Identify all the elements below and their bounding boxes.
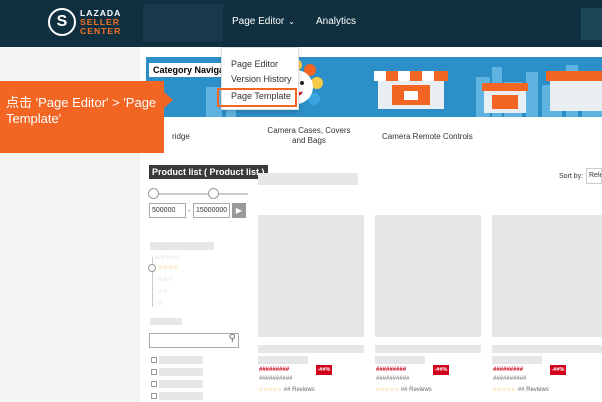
logo-text: LAZADA SELLER CENTER (80, 9, 121, 36)
rating-filter-3[interactable]: ○○○ (158, 276, 174, 283)
product-price: ######### (259, 367, 290, 373)
nav-page-editor-label: Page Editor (232, 16, 285, 27)
menu-item-page-editor[interactable]: Page Editor (231, 59, 278, 69)
logo-mark-icon: S (48, 8, 76, 36)
page-template-highlight (217, 88, 297, 107)
rating-filter-5[interactable]: ○○○○○ (155, 254, 181, 261)
star-rating-icon: ○○○○○ (376, 387, 400, 393)
product-price: ######### (376, 367, 407, 373)
title-placeholder (258, 173, 358, 185)
category-navigation-label: Category Navigat (149, 63, 232, 77)
discount-badge: -##% (433, 365, 449, 375)
product-card-image[interactable] (492, 215, 602, 337)
rating-filter-2[interactable]: ○○ (158, 288, 168, 295)
review-count: ## Reviews (283, 387, 315, 393)
app-root: S LAZADA SELLER CENTER Page Editor ⌄ Anal… (0, 0, 602, 402)
callout-arrow (164, 92, 173, 108)
star-rating-icon: ○○○○○ (493, 387, 517, 393)
category-row (146, 119, 602, 155)
instruction-text: 点击 'Page Editor' > 'Page Template' (6, 95, 157, 126)
product-name-placeholder (492, 345, 602, 353)
product-original-price: ########## (493, 376, 527, 382)
filter-option-placeholder (159, 392, 203, 400)
price-go-button[interactable]: ▶ (232, 203, 246, 218)
discount-badge: -##% (316, 365, 332, 375)
discount-badge: -##% (550, 365, 566, 375)
product-name-placeholder-2 (258, 356, 308, 364)
category-item-ridge[interactable]: ridge (172, 132, 190, 142)
instruction-callout: 点击 'Page Editor' > 'Page Template' (0, 81, 164, 153)
price-slider-track[interactable] (150, 193, 248, 195)
filter-option-placeholder (159, 380, 203, 388)
product-card-image[interactable] (258, 215, 364, 337)
filter-option-placeholder (159, 356, 203, 364)
logo-line-3: CENTER (80, 26, 122, 36)
price-slider-max-handle[interactable] (208, 188, 219, 199)
product-card-image[interactable] (375, 215, 481, 337)
nav-placeholder (143, 4, 223, 42)
category-item-camera-cases[interactable]: Camera Cases, Covers and Bags (262, 126, 356, 146)
nav-analytics[interactable]: Analytics (316, 16, 356, 27)
review-count: ## Reviews (400, 387, 432, 393)
price-range-dash: - (188, 206, 191, 215)
price-max-input[interactable]: 15000000 (193, 203, 230, 218)
sort-select[interactable]: Rele (586, 168, 602, 184)
star-rating-icon: ○○○○○ (259, 387, 283, 393)
product-original-price: ########## (259, 376, 293, 382)
chevron-down-icon: ⌄ (288, 17, 295, 26)
product-name-placeholder-2 (492, 356, 542, 364)
top-navigation-bar: S LAZADA SELLER CENTER Page Editor ⌄ Anal… (0, 0, 602, 47)
banner-strip (140, 47, 602, 57)
review-count: ## Reviews (517, 387, 549, 393)
user-menu-button[interactable] (581, 8, 602, 40)
rating-filter-4[interactable]: ○○○○ (158, 264, 179, 271)
filter-heading-placeholder-2 (150, 318, 182, 325)
search-icon: ⚲ (228, 333, 236, 344)
filter-checkbox-1[interactable] (151, 357, 157, 363)
product-reviews: ○○○○○ ## Reviews (493, 387, 549, 393)
sort-by-label: Sort by: (559, 173, 584, 180)
product-reviews: ○○○○○ ## Reviews (376, 387, 432, 393)
rating-filter-1[interactable]: ○ (158, 300, 163, 307)
filter-heading-placeholder (150, 242, 214, 250)
product-name-placeholder (258, 345, 364, 353)
category-item-camera-remote[interactable]: Camera Remote Controls (382, 132, 473, 142)
filter-checkbox-3[interactable] (151, 381, 157, 387)
product-name-placeholder-2 (375, 356, 425, 364)
price-slider-min-handle[interactable] (148, 188, 159, 199)
nav-page-editor[interactable]: Page Editor ⌄ (232, 16, 295, 27)
filter-checkbox-2[interactable] (151, 369, 157, 375)
rating-selected-node[interactable] (148, 264, 156, 272)
menu-item-version-history[interactable]: Version History (231, 74, 292, 84)
lazada-logo[interactable]: S LAZADA SELLER CENTER (48, 8, 132, 40)
filter-search-input[interactable]: ⚲ (149, 333, 239, 348)
price-min-input[interactable]: 500000 (149, 203, 186, 218)
filter-checkbox-4[interactable] (151, 393, 157, 399)
product-original-price: ########## (376, 376, 410, 382)
product-name-placeholder (375, 345, 481, 353)
product-reviews: ○○○○○ ## Reviews (259, 387, 315, 393)
product-list-title: Product list ( Product list ) (149, 165, 268, 179)
product-price: ######### (493, 367, 524, 373)
filter-option-placeholder (159, 368, 203, 376)
